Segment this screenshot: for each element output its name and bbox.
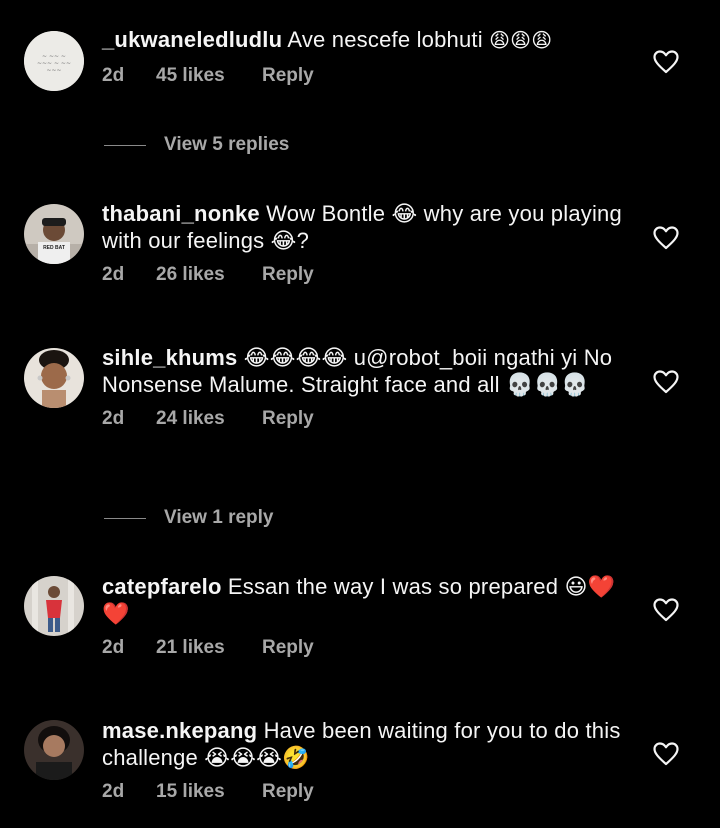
heart-icon[interactable]	[653, 598, 679, 622]
avatar[interactable]: RED BAT	[24, 204, 84, 264]
comment-text: sihle_khums 😂😂😂😂 u@robot_boii ngathi yi …	[102, 344, 622, 398]
avatar[interactable]: ~ ~~ ~ ~~~ ~ ~~ ~~~	[24, 31, 84, 91]
avatar-image	[24, 720, 84, 780]
view-replies-label: View 1 reply	[164, 507, 274, 528]
comment-time: 2d	[102, 781, 125, 802]
heart-icon[interactable]	[653, 50, 679, 74]
svg-text:RED BAT: RED BAT	[43, 245, 65, 251]
comment-likes[interactable]: 21 likes	[156, 637, 262, 659]
comment-username[interactable]: sihle_khums	[102, 345, 237, 370]
heart-icon[interactable]	[653, 742, 679, 766]
avatar-image	[24, 576, 84, 636]
divider	[104, 144, 146, 146]
reply-button[interactable]: Reply	[262, 637, 314, 659]
avatar-image	[24, 348, 84, 408]
reply-button[interactable]: Reply	[262, 264, 314, 286]
svg-text:~ ~~ ~: ~ ~~ ~	[42, 53, 66, 60]
avatar-image: ~ ~~ ~ ~~~ ~ ~~ ~~~	[24, 31, 84, 91]
comment-meta: 2d 26 likes Reply	[102, 264, 622, 290]
heart-icon[interactable]	[653, 370, 679, 394]
comment-username[interactable]: _ukwaneledludlu	[102, 27, 282, 52]
comment-body: Ave nescefe lobhuti	[287, 27, 483, 52]
comment-likes[interactable]: 45 likes	[156, 65, 262, 87]
reply-button[interactable]: Reply	[262, 781, 314, 803]
comment-meta: 2d 15 likes Reply	[102, 781, 622, 807]
comment-username[interactable]: mase.nkepang	[102, 718, 257, 743]
view-replies-button[interactable]: View 1 reply	[104, 505, 274, 531]
comment-meta: 2d 21 likes Reply	[102, 637, 622, 663]
comment-emojis: 😩😩😩	[489, 30, 553, 52]
comment-likes[interactable]: 15 likes	[156, 781, 262, 803]
avatar-image: RED BAT	[24, 204, 84, 264]
view-replies-button[interactable]: View 5 replies	[104, 132, 289, 158]
comment-time: 2d	[102, 65, 125, 86]
comment-text: _ukwaneledludlu Ave nescefe lobhuti 😩😩😩	[102, 26, 622, 55]
svg-text:~~~: ~~~	[46, 67, 61, 74]
comment-username[interactable]: thabani_nonke	[102, 201, 260, 226]
reply-button[interactable]: Reply	[262, 408, 314, 430]
view-replies-label: View 5 replies	[164, 134, 290, 155]
divider	[104, 517, 146, 519]
comment-text: thabani_nonke Wow Bontle 😂 why are you p…	[102, 200, 622, 254]
svg-text:~~~ ~ ~~: ~~~ ~ ~~	[37, 60, 71, 67]
comment-likes[interactable]: 26 likes	[156, 264, 262, 286]
reply-button[interactable]: Reply	[262, 65, 314, 87]
avatar[interactable]	[24, 720, 84, 780]
comment-time: 2d	[102, 637, 125, 658]
comment-meta: 2d 24 likes Reply	[102, 408, 622, 434]
comment-username[interactable]: catepfarelo	[102, 574, 222, 599]
comment-time: 2d	[102, 408, 125, 429]
heart-icon[interactable]	[653, 226, 679, 250]
comment-text: mase.nkepang Have been waiting for you t…	[102, 717, 622, 771]
comment-text: catepfarelo Essan the way I was so prepa…	[102, 573, 622, 627]
comment-meta: 2d 45 likes Reply	[102, 65, 622, 91]
avatar[interactable]	[24, 576, 84, 636]
comment-time: 2d	[102, 264, 125, 285]
avatar[interactable]	[24, 348, 84, 408]
comment-likes[interactable]: 24 likes	[156, 408, 262, 430]
